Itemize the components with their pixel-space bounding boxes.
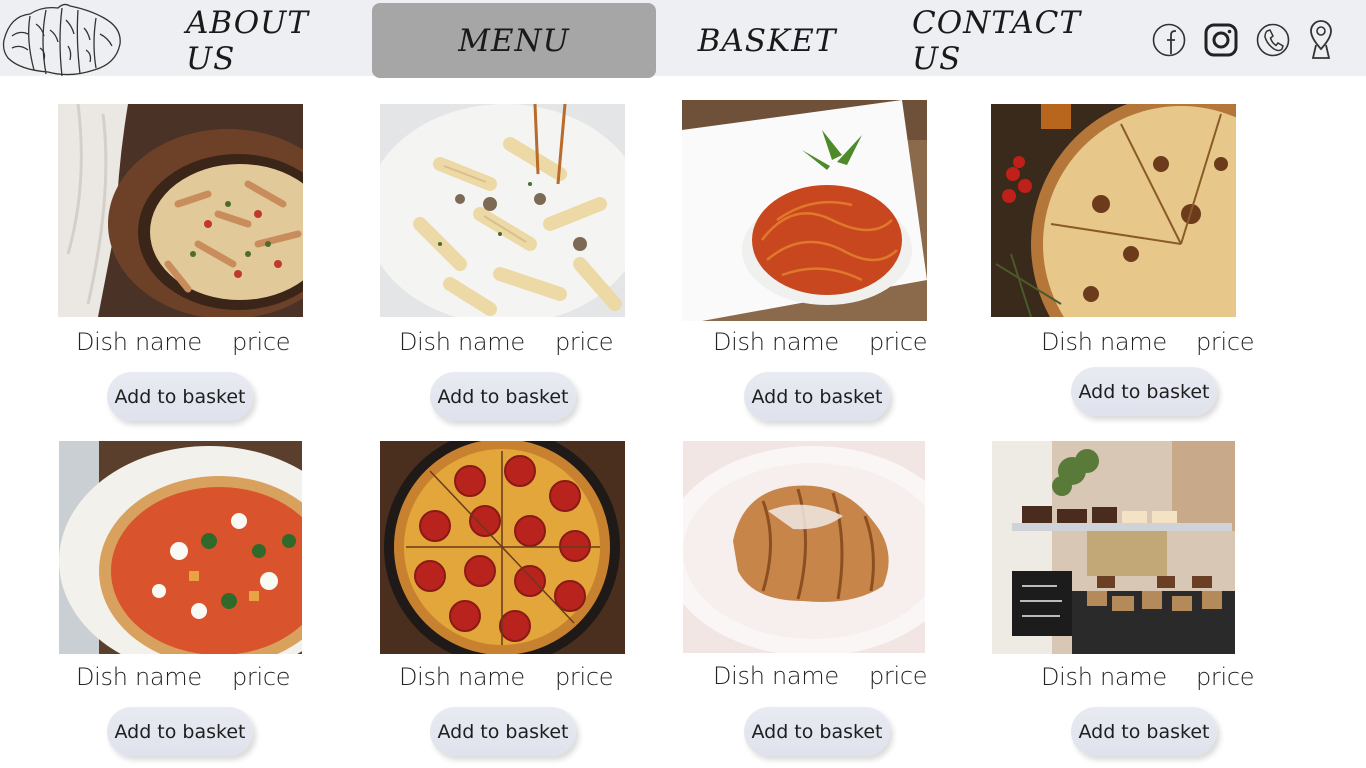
add-to-basket-button[interactable]: Add to basket <box>1071 707 1217 756</box>
dish-image-vegetable-pizza[interactable] <box>59 441 302 654</box>
dish-price: price <box>869 328 928 356</box>
logo-icon[interactable] <box>0 0 124 78</box>
dish-price: price <box>869 662 928 690</box>
nav-about-us[interactable]: ABOUT US <box>186 3 346 78</box>
nav-menu[interactable]: MENU <box>372 3 656 78</box>
dish-image-spaghetti[interactable] <box>682 100 927 321</box>
nav-about-us-label: ABOUT US <box>186 4 309 77</box>
dish-price: price <box>555 663 614 691</box>
dish-image-sliced-pizza[interactable] <box>991 104 1236 317</box>
top-nav: ABOUT US MENU BASKET CONTACT US <box>0 0 1366 78</box>
dish-name: Dish name <box>713 328 839 356</box>
nav-basket[interactable]: BASKET <box>690 3 844 78</box>
dish-price: price <box>232 663 291 691</box>
dish-image-creamy-penne[interactable] <box>380 104 625 317</box>
dish-image-croissant[interactable] <box>683 441 925 653</box>
dish-name: Dish name <box>1041 328 1167 356</box>
nav-contact-us[interactable]: CONTACT US <box>912 3 1110 78</box>
nav-contact-us-label: CONTACT US <box>912 4 1082 77</box>
instagram-icon[interactable] <box>1202 18 1240 60</box>
dish-image-pepperoni-pizza[interactable] <box>380 441 625 654</box>
location-pin-icon[interactable] <box>1302 18 1340 60</box>
phone-icon[interactable] <box>1254 18 1292 60</box>
nav-menu-label: MENU <box>458 22 570 59</box>
add-to-basket-button[interactable]: Add to basket <box>744 707 890 756</box>
dish-image-cake-counter[interactable] <box>992 441 1235 654</box>
add-to-basket-button[interactable]: Add to basket <box>107 372 253 421</box>
dish-name: Dish name <box>399 328 525 356</box>
dish-price: price <box>555 328 614 356</box>
dish-name: Dish name <box>76 328 202 356</box>
add-to-basket-button[interactable]: Add to basket <box>430 707 576 756</box>
dish-price: price <box>232 328 291 356</box>
add-to-basket-button[interactable]: Add to basket <box>744 372 890 421</box>
dish-name: Dish name <box>713 662 839 690</box>
dish-name: Dish name <box>1041 663 1167 691</box>
dish-name: Dish name <box>76 663 202 691</box>
dish-name: Dish name <box>399 663 525 691</box>
add-to-basket-button[interactable]: Add to basket <box>107 707 253 756</box>
add-to-basket-button[interactable]: Add to basket <box>1071 367 1217 416</box>
dish-price: price <box>1196 328 1255 356</box>
facebook-icon[interactable] <box>1150 18 1188 60</box>
dish-price: price <box>1196 663 1255 691</box>
nav-basket-label: BASKET <box>697 22 837 59</box>
add-to-basket-button[interactable]: Add to basket <box>430 372 576 421</box>
dish-image-pasta-bowl[interactable] <box>58 104 303 317</box>
